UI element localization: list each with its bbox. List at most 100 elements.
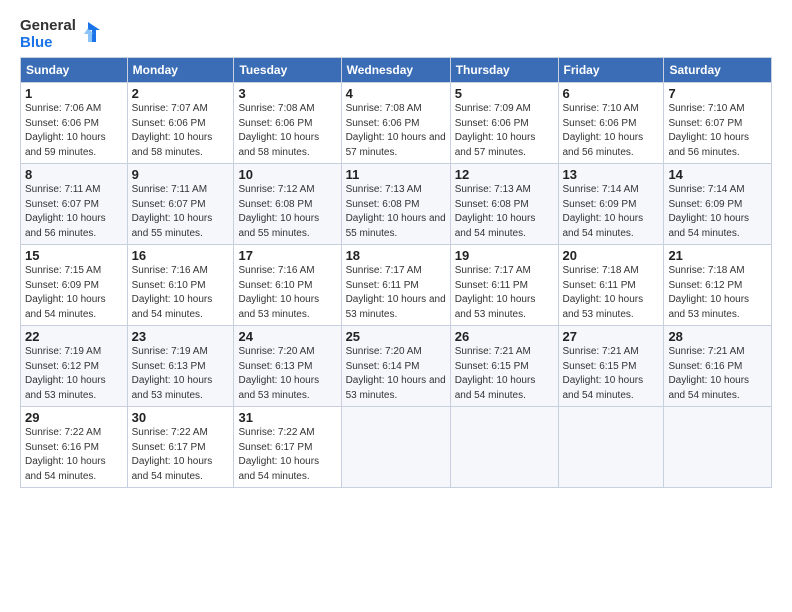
calendar-cell: 9 Sunrise: 7:11 AMSunset: 6:07 PMDayligh…	[127, 164, 234, 245]
day-number: 22	[25, 329, 123, 344]
day-info: Sunrise: 7:22 AMSunset: 6:17 PMDaylight:…	[132, 427, 213, 482]
calendar-cell: 29 Sunrise: 7:22 AMSunset: 6:16 PMDaylig…	[21, 407, 128, 488]
calendar-cell: 22 Sunrise: 7:19 AMSunset: 6:12 PMDaylig…	[21, 326, 128, 407]
calendar-cell: 19 Sunrise: 7:17 AMSunset: 6:11 PMDaylig…	[450, 245, 558, 326]
calendar-cell: 10 Sunrise: 7:12 AMSunset: 6:08 PMDaylig…	[234, 164, 341, 245]
day-number: 1	[25, 86, 123, 101]
calendar-cell	[558, 407, 664, 488]
calendar-cell: 26 Sunrise: 7:21 AMSunset: 6:15 PMDaylig…	[450, 326, 558, 407]
day-info: Sunrise: 7:15 AMSunset: 6:09 PMDaylight:…	[25, 265, 106, 320]
day-info: Sunrise: 7:14 AMSunset: 6:09 PMDaylight:…	[668, 184, 749, 239]
day-info: Sunrise: 7:06 AMSunset: 6:06 PMDaylight:…	[25, 103, 106, 158]
calendar-week-row: 22 Sunrise: 7:19 AMSunset: 6:12 PMDaylig…	[21, 326, 772, 407]
day-info: Sunrise: 7:13 AMSunset: 6:08 PMDaylight:…	[455, 184, 536, 239]
day-number: 15	[25, 248, 123, 263]
header: General Blue	[20, 18, 772, 51]
calendar-day-header: Thursday	[450, 58, 558, 83]
day-number: 3	[238, 86, 336, 101]
day-info: Sunrise: 7:09 AMSunset: 6:06 PMDaylight:…	[455, 103, 536, 158]
day-number: 16	[132, 248, 230, 263]
day-number: 23	[132, 329, 230, 344]
day-number: 10	[238, 167, 336, 182]
day-info: Sunrise: 7:08 AMSunset: 6:06 PMDaylight:…	[346, 103, 446, 158]
day-info: Sunrise: 7:17 AMSunset: 6:11 PMDaylight:…	[455, 265, 536, 320]
day-info: Sunrise: 7:18 AMSunset: 6:11 PMDaylight:…	[563, 265, 644, 320]
calendar-cell: 23 Sunrise: 7:19 AMSunset: 6:13 PMDaylig…	[127, 326, 234, 407]
logo-text: General Blue	[20, 18, 100, 51]
day-number: 29	[25, 410, 123, 425]
calendar-cell: 12 Sunrise: 7:13 AMSunset: 6:08 PMDaylig…	[450, 164, 558, 245]
day-number: 27	[563, 329, 660, 344]
calendar-cell	[450, 407, 558, 488]
day-info: Sunrise: 7:20 AMSunset: 6:13 PMDaylight:…	[238, 346, 319, 401]
day-number: 21	[668, 248, 767, 263]
logo-general: General	[20, 18, 76, 35]
day-number: 26	[455, 329, 554, 344]
calendar-week-row: 29 Sunrise: 7:22 AMSunset: 6:16 PMDaylig…	[21, 407, 772, 488]
logo: General Blue	[20, 18, 100, 51]
calendar-cell: 3 Sunrise: 7:08 AMSunset: 6:06 PMDayligh…	[234, 83, 341, 164]
calendar-cell: 28 Sunrise: 7:21 AMSunset: 6:16 PMDaylig…	[664, 326, 772, 407]
calendar-day-header: Saturday	[664, 58, 772, 83]
day-info: Sunrise: 7:11 AMSunset: 6:07 PMDaylight:…	[25, 184, 106, 239]
day-info: Sunrise: 7:14 AMSunset: 6:09 PMDaylight:…	[563, 184, 644, 239]
day-info: Sunrise: 7:11 AMSunset: 6:07 PMDaylight:…	[132, 184, 213, 239]
day-number: 30	[132, 410, 230, 425]
day-number: 18	[346, 248, 446, 263]
calendar-day-header: Monday	[127, 58, 234, 83]
calendar-cell	[341, 407, 450, 488]
day-number: 20	[563, 248, 660, 263]
calendar-day-header: Tuesday	[234, 58, 341, 83]
calendar-week-row: 15 Sunrise: 7:15 AMSunset: 6:09 PMDaylig…	[21, 245, 772, 326]
calendar-cell: 1 Sunrise: 7:06 AMSunset: 6:06 PMDayligh…	[21, 83, 128, 164]
day-info: Sunrise: 7:17 AMSunset: 6:11 PMDaylight:…	[346, 265, 446, 320]
calendar-week-row: 8 Sunrise: 7:11 AMSunset: 6:07 PMDayligh…	[21, 164, 772, 245]
page-container: General Blue SundayMondayTuesdayWednesda…	[0, 0, 792, 498]
day-info: Sunrise: 7:22 AMSunset: 6:16 PMDaylight:…	[25, 427, 106, 482]
calendar-cell: 27 Sunrise: 7:21 AMSunset: 6:15 PMDaylig…	[558, 326, 664, 407]
day-number: 14	[668, 167, 767, 182]
day-number: 11	[346, 167, 446, 182]
day-info: Sunrise: 7:20 AMSunset: 6:14 PMDaylight:…	[346, 346, 446, 401]
calendar-cell	[664, 407, 772, 488]
calendar-cell: 21 Sunrise: 7:18 AMSunset: 6:12 PMDaylig…	[664, 245, 772, 326]
calendar-table: SundayMondayTuesdayWednesdayThursdayFrid…	[20, 57, 772, 488]
logo-blue: Blue	[20, 35, 76, 52]
day-info: Sunrise: 7:16 AMSunset: 6:10 PMDaylight:…	[132, 265, 213, 320]
calendar-cell: 18 Sunrise: 7:17 AMSunset: 6:11 PMDaylig…	[341, 245, 450, 326]
day-number: 28	[668, 329, 767, 344]
day-number: 6	[563, 86, 660, 101]
day-info: Sunrise: 7:21 AMSunset: 6:15 PMDaylight:…	[455, 346, 536, 401]
calendar-cell: 4 Sunrise: 7:08 AMSunset: 6:06 PMDayligh…	[341, 83, 450, 164]
calendar-day-header: Sunday	[21, 58, 128, 83]
calendar-cell: 20 Sunrise: 7:18 AMSunset: 6:11 PMDaylig…	[558, 245, 664, 326]
calendar-cell: 25 Sunrise: 7:20 AMSunset: 6:14 PMDaylig…	[341, 326, 450, 407]
calendar-cell: 31 Sunrise: 7:22 AMSunset: 6:17 PMDaylig…	[234, 407, 341, 488]
day-info: Sunrise: 7:19 AMSunset: 6:13 PMDaylight:…	[132, 346, 213, 401]
day-info: Sunrise: 7:07 AMSunset: 6:06 PMDaylight:…	[132, 103, 213, 158]
day-info: Sunrise: 7:16 AMSunset: 6:10 PMDaylight:…	[238, 265, 319, 320]
calendar-cell: 2 Sunrise: 7:07 AMSunset: 6:06 PMDayligh…	[127, 83, 234, 164]
calendar-cell: 14 Sunrise: 7:14 AMSunset: 6:09 PMDaylig…	[664, 164, 772, 245]
calendar-cell: 24 Sunrise: 7:20 AMSunset: 6:13 PMDaylig…	[234, 326, 341, 407]
logo-bird-icon	[78, 20, 100, 50]
day-number: 7	[668, 86, 767, 101]
calendar-cell: 13 Sunrise: 7:14 AMSunset: 6:09 PMDaylig…	[558, 164, 664, 245]
day-info: Sunrise: 7:08 AMSunset: 6:06 PMDaylight:…	[238, 103, 319, 158]
day-number: 17	[238, 248, 336, 263]
calendar-cell: 7 Sunrise: 7:10 AMSunset: 6:07 PMDayligh…	[664, 83, 772, 164]
day-info: Sunrise: 7:19 AMSunset: 6:12 PMDaylight:…	[25, 346, 106, 401]
day-number: 2	[132, 86, 230, 101]
day-number: 19	[455, 248, 554, 263]
calendar-cell: 17 Sunrise: 7:16 AMSunset: 6:10 PMDaylig…	[234, 245, 341, 326]
day-info: Sunrise: 7:10 AMSunset: 6:06 PMDaylight:…	[563, 103, 644, 158]
day-info: Sunrise: 7:12 AMSunset: 6:08 PMDaylight:…	[238, 184, 319, 239]
calendar-header-row: SundayMondayTuesdayWednesdayThursdayFrid…	[21, 58, 772, 83]
calendar-cell: 16 Sunrise: 7:16 AMSunset: 6:10 PMDaylig…	[127, 245, 234, 326]
day-number: 4	[346, 86, 446, 101]
calendar-cell: 11 Sunrise: 7:13 AMSunset: 6:08 PMDaylig…	[341, 164, 450, 245]
calendar-day-header: Wednesday	[341, 58, 450, 83]
day-info: Sunrise: 7:22 AMSunset: 6:17 PMDaylight:…	[238, 427, 319, 482]
calendar-cell: 6 Sunrise: 7:10 AMSunset: 6:06 PMDayligh…	[558, 83, 664, 164]
calendar-cell: 5 Sunrise: 7:09 AMSunset: 6:06 PMDayligh…	[450, 83, 558, 164]
